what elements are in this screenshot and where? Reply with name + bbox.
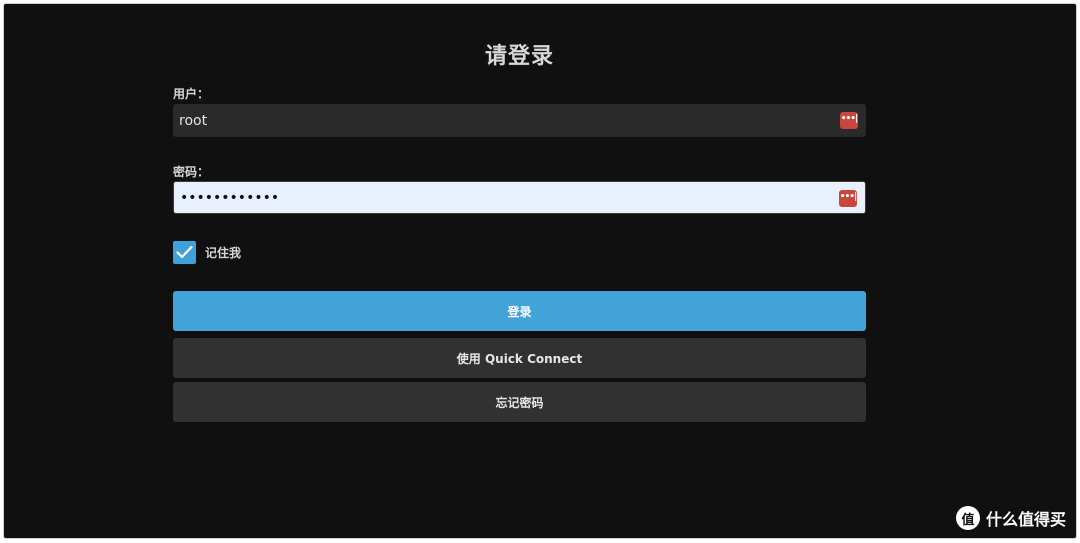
login-button[interactable]: 登录 [173, 291, 866, 331]
remember-me-checkbox[interactable] [173, 240, 196, 264]
forgot-password-button[interactable]: 忘记密码 [173, 382, 866, 422]
quick-connect-button[interactable]: 使用 Quick Connect [173, 338, 866, 378]
watermark: 值 什么值得买 [955, 506, 1066, 530]
page-title: 请登录 [484, 44, 554, 69]
password-label: 密码： [173, 165, 210, 179]
password-field-container: •••| [173, 181, 866, 214]
remember-me-row: 记住我 [173, 240, 241, 264]
password-manager-icon[interactable]: •••| [839, 190, 857, 207]
username-label: 用户： [173, 87, 210, 101]
watermark-text: 什么值得买 [985, 510, 1066, 529]
watermark-logo-text: 值 [961, 512, 975, 528]
username-field-container: •••| [173, 104, 866, 137]
remember-me-label: 记住我 [205, 245, 242, 260]
watermark-logo: 值 [955, 506, 980, 530]
password-manager-icon[interactable]: •••| [840, 112, 858, 129]
username-input[interactable] [173, 104, 823, 137]
login-window: 请登录 用户： •••| 密码： •••| 记住我 登录 使用 Quick Co… [4, 4, 1076, 538]
password-input[interactable] [174, 182, 824, 213]
check-icon [176, 245, 193, 259]
